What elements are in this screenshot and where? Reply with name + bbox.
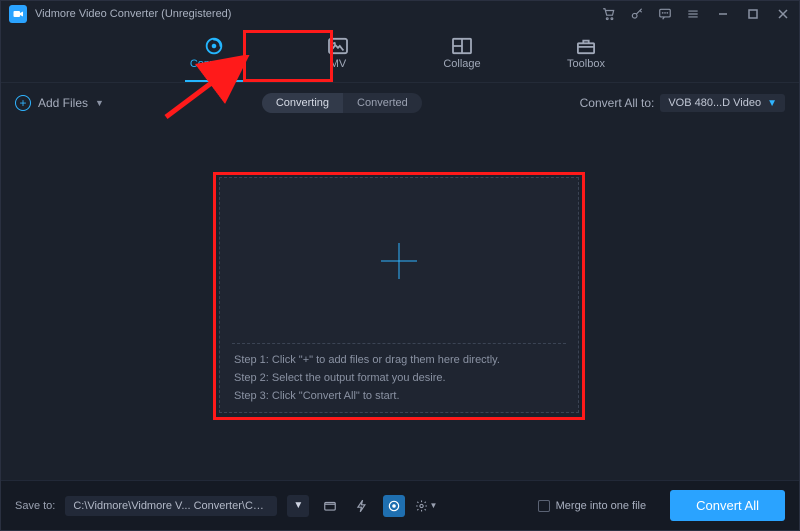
convert-all-to: Convert All to: VOB 480...D Video ▼	[580, 94, 785, 112]
add-files-button[interactable]: + Add Files ▼	[15, 95, 104, 111]
menu-icon[interactable]	[685, 6, 701, 22]
tab-converter[interactable]: Converter	[177, 33, 251, 76]
minimize-button[interactable]	[715, 6, 731, 22]
high-speed-icon[interactable]	[383, 495, 405, 517]
convert-all-button[interactable]: Convert All	[670, 490, 785, 521]
tab-collage-label: Collage	[443, 58, 480, 70]
open-folder-icon[interactable]	[319, 495, 341, 517]
dropzone-steps: Step 1: Click "+" to add files or drag t…	[220, 344, 578, 412]
titlebar-actions	[601, 6, 701, 22]
maximize-button[interactable]	[745, 6, 761, 22]
chevron-down-icon: ▼	[95, 98, 104, 108]
titlebar: Vidmore Video Converter (Unregistered)	[1, 1, 799, 27]
tab-mv[interactable]: MV	[301, 33, 375, 76]
key-icon[interactable]	[629, 6, 645, 22]
checkbox-icon	[538, 500, 550, 512]
step1-text: Step 1: Click "+" to add files or drag t…	[234, 354, 564, 366]
chevron-down-icon: ▼	[767, 98, 777, 109]
feedback-icon[interactable]	[657, 6, 673, 22]
main-area: Step 1: Click "+" to add files or drag t…	[1, 123, 799, 480]
output-format-select[interactable]: VOB 480...D Video ▼	[660, 94, 785, 112]
window-controls	[715, 6, 791, 22]
close-button[interactable]	[775, 6, 791, 22]
subbar: + Add Files ▼ Converting Converted Conve…	[1, 83, 799, 123]
output-format-value: VOB 480...D Video	[668, 97, 761, 109]
app-title: Vidmore Video Converter (Unregistered)	[35, 8, 231, 20]
top-tabs: Converter MV Collage Toolbox	[1, 27, 799, 83]
tab-mv-label: MV	[330, 58, 347, 70]
tab-toolbox-label: Toolbox	[567, 58, 605, 70]
app-window: Vidmore Video Converter (Unregistered)	[0, 0, 800, 531]
step2-text: Step 2: Select the output format you des…	[234, 372, 564, 384]
dropzone-top	[220, 178, 578, 343]
app-logo-icon	[9, 5, 27, 23]
converter-icon	[203, 37, 225, 55]
segment-converted[interactable]: Converted	[343, 93, 422, 113]
status-segment: Converting Converted	[262, 93, 422, 113]
tab-collage[interactable]: Collage	[425, 33, 499, 76]
convert-all-to-label: Convert All to:	[580, 96, 655, 110]
hardware-accel-icon[interactable]	[351, 495, 373, 517]
save-to-label: Save to:	[15, 500, 55, 512]
toolbox-icon	[575, 37, 597, 55]
step3-text: Step 3: Click "Convert All" to start.	[234, 390, 564, 402]
cart-icon[interactable]	[601, 6, 617, 22]
tab-toolbox[interactable]: Toolbox	[549, 33, 623, 76]
add-file-plus-icon[interactable]	[381, 243, 417, 279]
plus-circle-icon: +	[15, 95, 31, 111]
dropzone[interactable]: Step 1: Click "+" to add files or drag t…	[219, 177, 579, 413]
settings-icon[interactable]: ▼	[415, 495, 437, 517]
merge-checkbox[interactable]: Merge into one file	[538, 500, 647, 512]
collage-icon	[451, 37, 473, 55]
save-path-field[interactable]: C:\Vidmore\Vidmore V... Converter\Conver…	[65, 496, 277, 516]
save-path-dropdown[interactable]: ▼	[287, 495, 309, 517]
mv-icon	[327, 37, 349, 55]
footer: Save to: C:\Vidmore\Vidmore V... Convert…	[1, 480, 799, 530]
add-files-label: Add Files	[38, 96, 88, 110]
tab-converter-label: Converter	[190, 58, 238, 70]
merge-label: Merge into one file	[556, 500, 647, 512]
segment-converting[interactable]: Converting	[262, 93, 343, 113]
